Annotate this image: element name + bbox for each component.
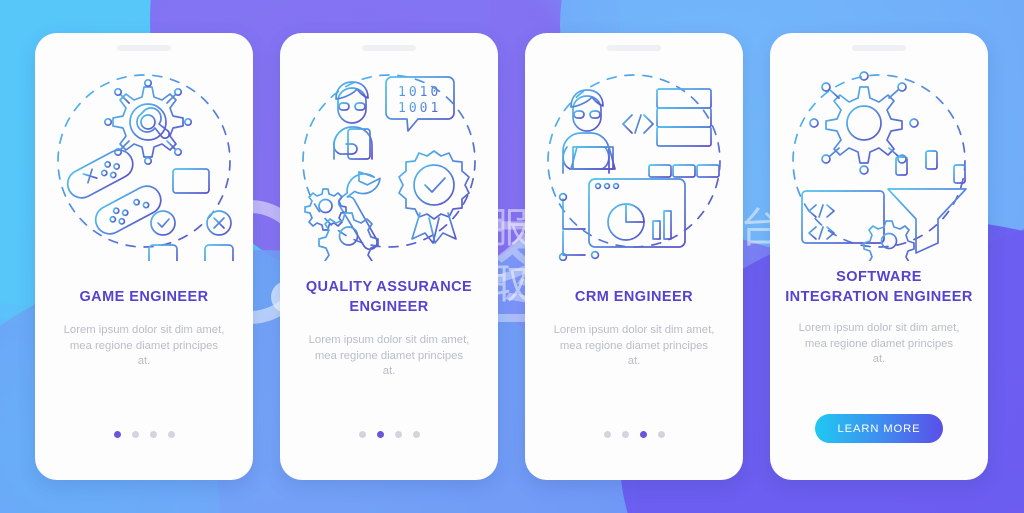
pagination-dot-2[interactable] xyxy=(621,431,629,438)
pagination-dot-2[interactable] xyxy=(376,431,384,438)
phone-card-crm-engineer[interactable]: CRM ENGINEER Lorem ipsum dolor sit dim a… xyxy=(525,33,743,480)
phone-speaker-bar xyxy=(117,45,171,51)
software-integration-illustration xyxy=(770,57,988,265)
phone-card-quality-assurance-engineer[interactable]: 1010 1001 QUALITY ASSURANCE ENGINEER Lor… xyxy=(280,33,498,480)
pagination-dot-3[interactable] xyxy=(149,431,157,438)
pagination-dot-4[interactable] xyxy=(412,431,420,438)
pagination-dots[interactable] xyxy=(358,431,420,438)
card-body-text: Lorem ipsum dolor sit dim amet, mea regi… xyxy=(63,324,225,367)
card-body-text: Lorem ipsum dolor sit dim amet, mea regi… xyxy=(798,322,960,365)
card-body-text: Lorem ipsum dolor sit dim amet, mea regi… xyxy=(553,324,715,367)
svg-text:1010: 1010 xyxy=(398,85,441,100)
pagination-dots[interactable] xyxy=(603,431,665,438)
phone-card-list: GAME ENGINEER Lorem ipsum dolor sit dim … xyxy=(0,0,1024,513)
card-title: CRM ENGINEER xyxy=(574,289,694,305)
pagination-dot-1[interactable] xyxy=(113,431,121,438)
pagination-dot-4[interactable] xyxy=(167,431,175,438)
crm-engineer-illustration xyxy=(525,57,743,265)
pagination-dot-4[interactable] xyxy=(657,431,665,438)
phone-speaker-bar xyxy=(852,45,906,51)
pagination-dots[interactable] xyxy=(113,431,175,438)
game-engineer-illustration xyxy=(35,57,253,265)
phone-speaker-bar xyxy=(362,45,416,51)
pagination-dot-1[interactable] xyxy=(603,431,611,438)
phone-speaker-bar xyxy=(607,45,661,51)
card-title: SOFTWARE INTEGRATION ENGINEER xyxy=(785,269,973,305)
card-title: GAME ENGINEER xyxy=(79,289,209,305)
pagination-dot-3[interactable] xyxy=(394,431,402,438)
quality-assurance-illustration: 1010 1001 xyxy=(280,57,498,265)
card-title: QUALITY ASSURANCE ENGINEER xyxy=(305,279,473,315)
pagination-dot-1[interactable] xyxy=(358,431,366,438)
svg-text:1001: 1001 xyxy=(398,101,441,116)
phone-card-software-integration-engineer[interactable]: SOFTWARE INTEGRATION ENGINEER Lorem ipsu… xyxy=(770,33,988,480)
pagination-dot-3[interactable] xyxy=(639,431,647,438)
learn-more-button[interactable]: LEARN MORE xyxy=(815,414,943,443)
phone-card-game-engineer[interactable]: GAME ENGINEER Lorem ipsum dolor sit dim … xyxy=(35,33,253,480)
onboarding-screens-mockup: 千图 营销创意服务与协作平台 商用请获取授权 xyxy=(0,0,1024,513)
pagination-dot-2[interactable] xyxy=(131,431,139,438)
card-body-text: Lorem ipsum dolor sit dim amet, mea regi… xyxy=(308,334,470,377)
